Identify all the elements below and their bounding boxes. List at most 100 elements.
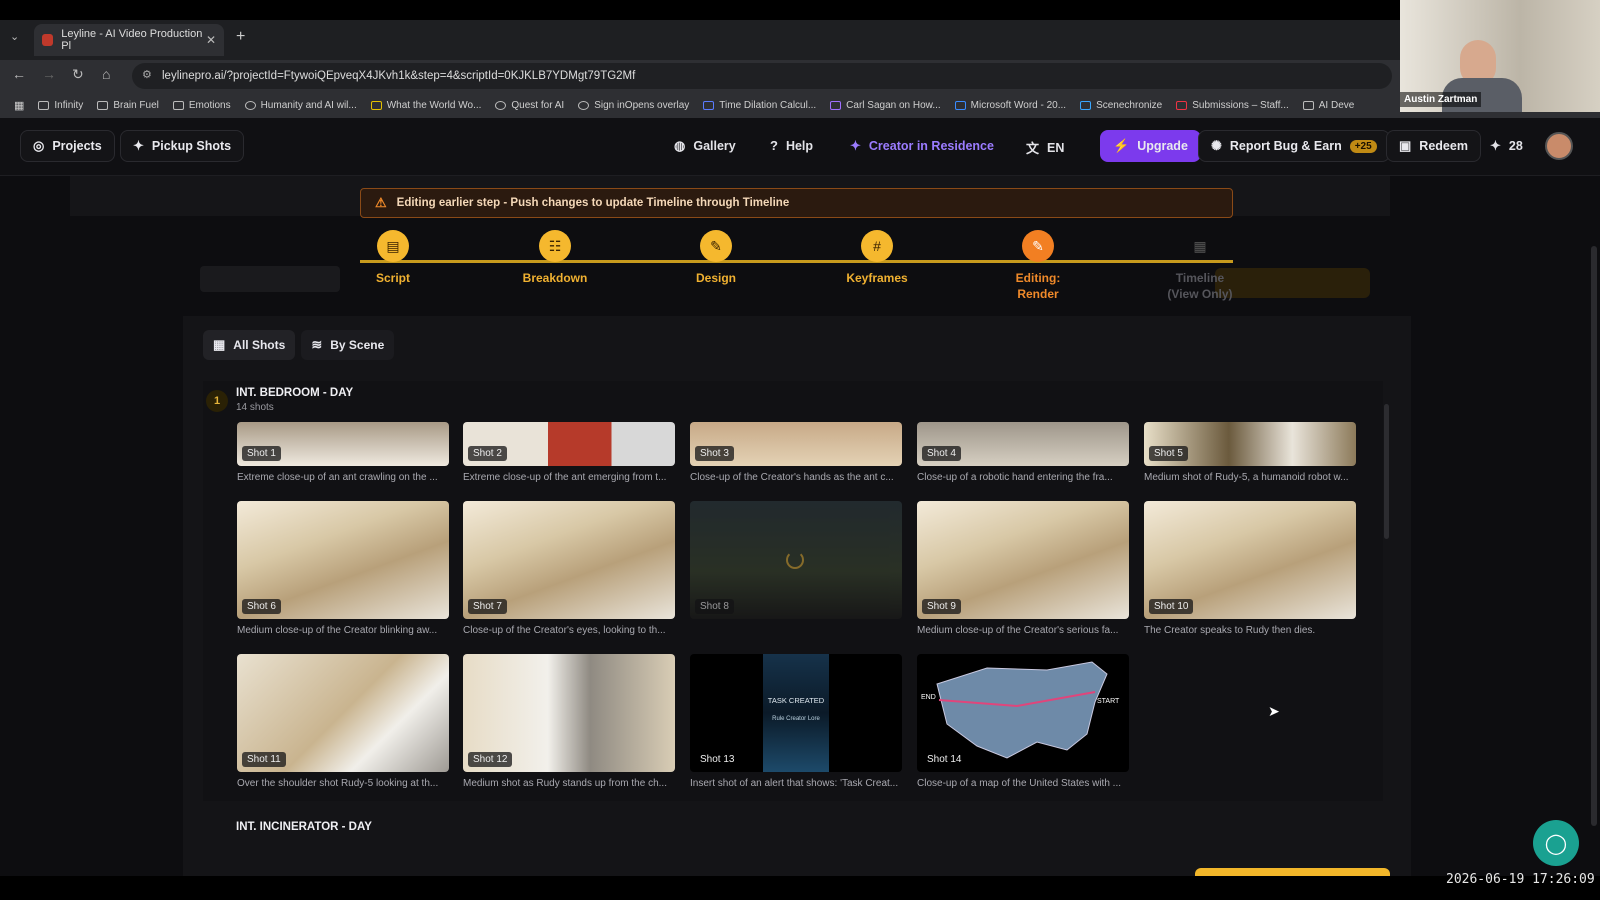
- gift-icon: ▣: [1399, 138, 1412, 153]
- scene-number: 1: [206, 390, 228, 412]
- brush-icon: ✎: [700, 230, 732, 262]
- shot-card[interactable]: Shot 3 Close-up of the Creator's hands a…: [690, 422, 902, 483]
- shot-card[interactable]: Shot 11 Over the shoulder shot Rudy-5 lo…: [237, 654, 449, 789]
- scene-shot-count: 14 shots: [236, 402, 274, 413]
- translate-icon: 文: [1026, 141, 1040, 156]
- sparkle-icon: ✦: [133, 138, 144, 153]
- map-start-label: START: [1097, 698, 1120, 705]
- shot-card[interactable]: Shot 7 Close-up of the Creator's eyes, l…: [463, 501, 675, 636]
- close-tab-icon[interactable]: ✕: [206, 33, 216, 47]
- upgrade-button[interactable]: ⚡ Upgrade: [1100, 130, 1201, 162]
- alert-title: TASK CREATED: [767, 696, 825, 705]
- shot-card[interactable]: Shot 4 Close-up of a robotic hand enteri…: [917, 422, 1129, 483]
- tab-title: Leyline - AI Video Production Pl: [61, 28, 203, 52]
- shot-thumbnail: Shot 2: [463, 422, 675, 466]
- url-field[interactable]: ⚙ leylinepro.ai/?projectId=FtywoiQEpveqX…: [132, 63, 1392, 89]
- bug-icon: ✺: [1211, 138, 1222, 153]
- pickup-shots-button[interactable]: ✦ Pickup Shots: [120, 130, 245, 162]
- sparkle-icon: ✦: [1490, 138, 1501, 153]
- shot-card[interactable]: Shot 2 Extreme close-up of the ant emerg…: [463, 422, 675, 483]
- language-selector[interactable]: 文 EN: [1026, 138, 1064, 157]
- webcam-overlay: Austin Zartman: [1400, 0, 1600, 112]
- projects-icon: ◎: [33, 138, 45, 153]
- apps-grid-icon[interactable]: ▦: [14, 99, 24, 112]
- browser-tab[interactable]: Leyline - AI Video Production Pl ✕: [34, 24, 224, 56]
- shot-thumbnail: Shot 10: [1144, 501, 1356, 619]
- report-bug-button[interactable]: ✺ Report Bug & Earn +25: [1198, 130, 1390, 162]
- layers-icon: ≋: [311, 337, 323, 352]
- tab-all-shots[interactable]: ▦ All Shots: [203, 330, 296, 360]
- shot-card[interactable]: Shot 9 Medium close-up of the Creator's …: [917, 501, 1129, 636]
- scene-2-title: INT. INCINERATOR - DAY: [236, 821, 372, 833]
- step-design[interactable]: ✎ Design: [666, 230, 766, 286]
- credits-counter[interactable]: ✦ 28: [1490, 138, 1523, 154]
- shot-thumbnail: Shot 8: [690, 501, 902, 619]
- gallery-link[interactable]: ◍ Gallery: [674, 138, 736, 154]
- bookmark[interactable]: Submissions – Staff...: [1176, 100, 1289, 111]
- bookmark[interactable]: Quest for AI: [495, 100, 564, 111]
- shot-card[interactable]: TASK CREATED Rule Creator Lore Shot 13 I…: [690, 654, 902, 789]
- step-keyframes[interactable]: # Keyframes: [827, 230, 927, 286]
- bolt-icon: ⚡: [1113, 138, 1130, 153]
- inner-scrollbar[interactable]: [1384, 404, 1389, 539]
- view-tabs: ▦ All Shots ≋ By Scene: [203, 330, 395, 360]
- site-info-icon[interactable]: ⚙: [142, 68, 152, 81]
- reload-icon[interactable]: ↻: [72, 66, 84, 83]
- projects-button[interactable]: ◎ Projects: [20, 130, 115, 162]
- bookmark[interactable]: Time Dilation Calcul...: [703, 100, 816, 111]
- bookmark[interactable]: Infinity: [38, 100, 83, 111]
- timestamp: 2026-06-19 17:26:09: [1446, 872, 1595, 887]
- avatar[interactable]: [1545, 132, 1573, 160]
- webcam-name: Austin Zartman: [1400, 92, 1482, 107]
- redeem-button[interactable]: ▣ Redeem: [1386, 130, 1481, 162]
- step-editing-render[interactable]: ✎ Editing: Render: [988, 230, 1088, 302]
- bookmark[interactable]: What the World Wo...: [370, 100, 481, 111]
- list-icon: ☷: [539, 230, 571, 262]
- shot-thumbnail: Shot 12: [463, 654, 675, 772]
- bookmark[interactable]: Carl Sagan on How...: [830, 100, 941, 111]
- shot-card[interactable]: Shot 8: [690, 501, 902, 625]
- bookmark[interactable]: Brain Fuel: [97, 100, 159, 111]
- script-icon: ▤: [377, 230, 409, 262]
- new-tab-icon[interactable]: +: [236, 28, 245, 46]
- banner-text: Editing earlier step - Push changes to u…: [396, 197, 790, 209]
- back-icon[interactable]: ←: [12, 66, 26, 82]
- help-link[interactable]: ? Help: [770, 138, 813, 153]
- shot-card[interactable]: Shot 1 Extreme close-up of an ant crawli…: [237, 422, 449, 483]
- shot-thumbnail: Shot 11: [237, 654, 449, 772]
- bookmark[interactable]: Scenechronize: [1080, 100, 1162, 111]
- step-script[interactable]: ▤ Script: [343, 230, 443, 286]
- shot-thumbnail: END START Shot 14: [917, 654, 1129, 772]
- alert-subtitle: Rule Creator Lore: [772, 716, 820, 722]
- shot-card[interactable]: END START Shot 14 Close-up of a map of t…: [917, 654, 1129, 789]
- step-breakdown[interactable]: ☷ Breakdown: [505, 230, 605, 286]
- shot-card[interactable]: Shot 5 Medium shot of Rudy-5, a humanoid…: [1144, 422, 1356, 483]
- page-scrollbar[interactable]: [1591, 246, 1597, 826]
- tab-by-scene[interactable]: ≋ By Scene: [301, 330, 395, 360]
- step-timeline: ▦ Timeline (View Only): [1150, 230, 1250, 302]
- bookmark[interactable]: Microsoft Word - 20...: [954, 100, 1066, 111]
- bookmark[interactable]: Humanity and AI wil...: [244, 100, 357, 111]
- warning-icon: ⚠: [375, 195, 387, 210]
- shot-thumbnail: Shot 4: [917, 422, 1129, 466]
- screen-top-bar: [0, 0, 1600, 20]
- home-icon[interactable]: ⌂: [102, 66, 110, 82]
- forward-icon[interactable]: →: [42, 66, 56, 82]
- bookmark[interactable]: Sign inOpens overlay: [578, 100, 689, 111]
- creator-residence-link[interactable]: ✦ Creator in Residence: [850, 138, 994, 154]
- hash-icon: #: [861, 230, 893, 262]
- editing-warning-banner: ⚠ Editing earlier step - Push changes to…: [360, 188, 1233, 218]
- shot-thumbnail: TASK CREATED Rule Creator Lore Shot 13: [690, 654, 902, 772]
- tab-search-icon[interactable]: ⌄: [10, 30, 19, 43]
- grid-icon: ▦: [213, 337, 226, 352]
- chat-bubble-icon: ◯: [1544, 832, 1568, 855]
- shot-card[interactable]: Shot 12 Medium shot as Rudy stands up fr…: [463, 654, 675, 789]
- shot-thumbnail: Shot 5: [1144, 422, 1356, 466]
- shot-card[interactable]: Shot 6 Medium close-up of the Creator bl…: [237, 501, 449, 636]
- scene-title: INT. BEDROOM - DAY: [236, 387, 354, 399]
- shot-card[interactable]: Shot 10 The Creator speaks to Rudy then …: [1144, 501, 1356, 636]
- bookmark[interactable]: Emotions: [172, 100, 231, 111]
- report-badge: +25: [1349, 139, 1377, 153]
- bookmark[interactable]: AI Deve: [1302, 100, 1354, 111]
- chat-button[interactable]: ◯: [1533, 820, 1579, 866]
